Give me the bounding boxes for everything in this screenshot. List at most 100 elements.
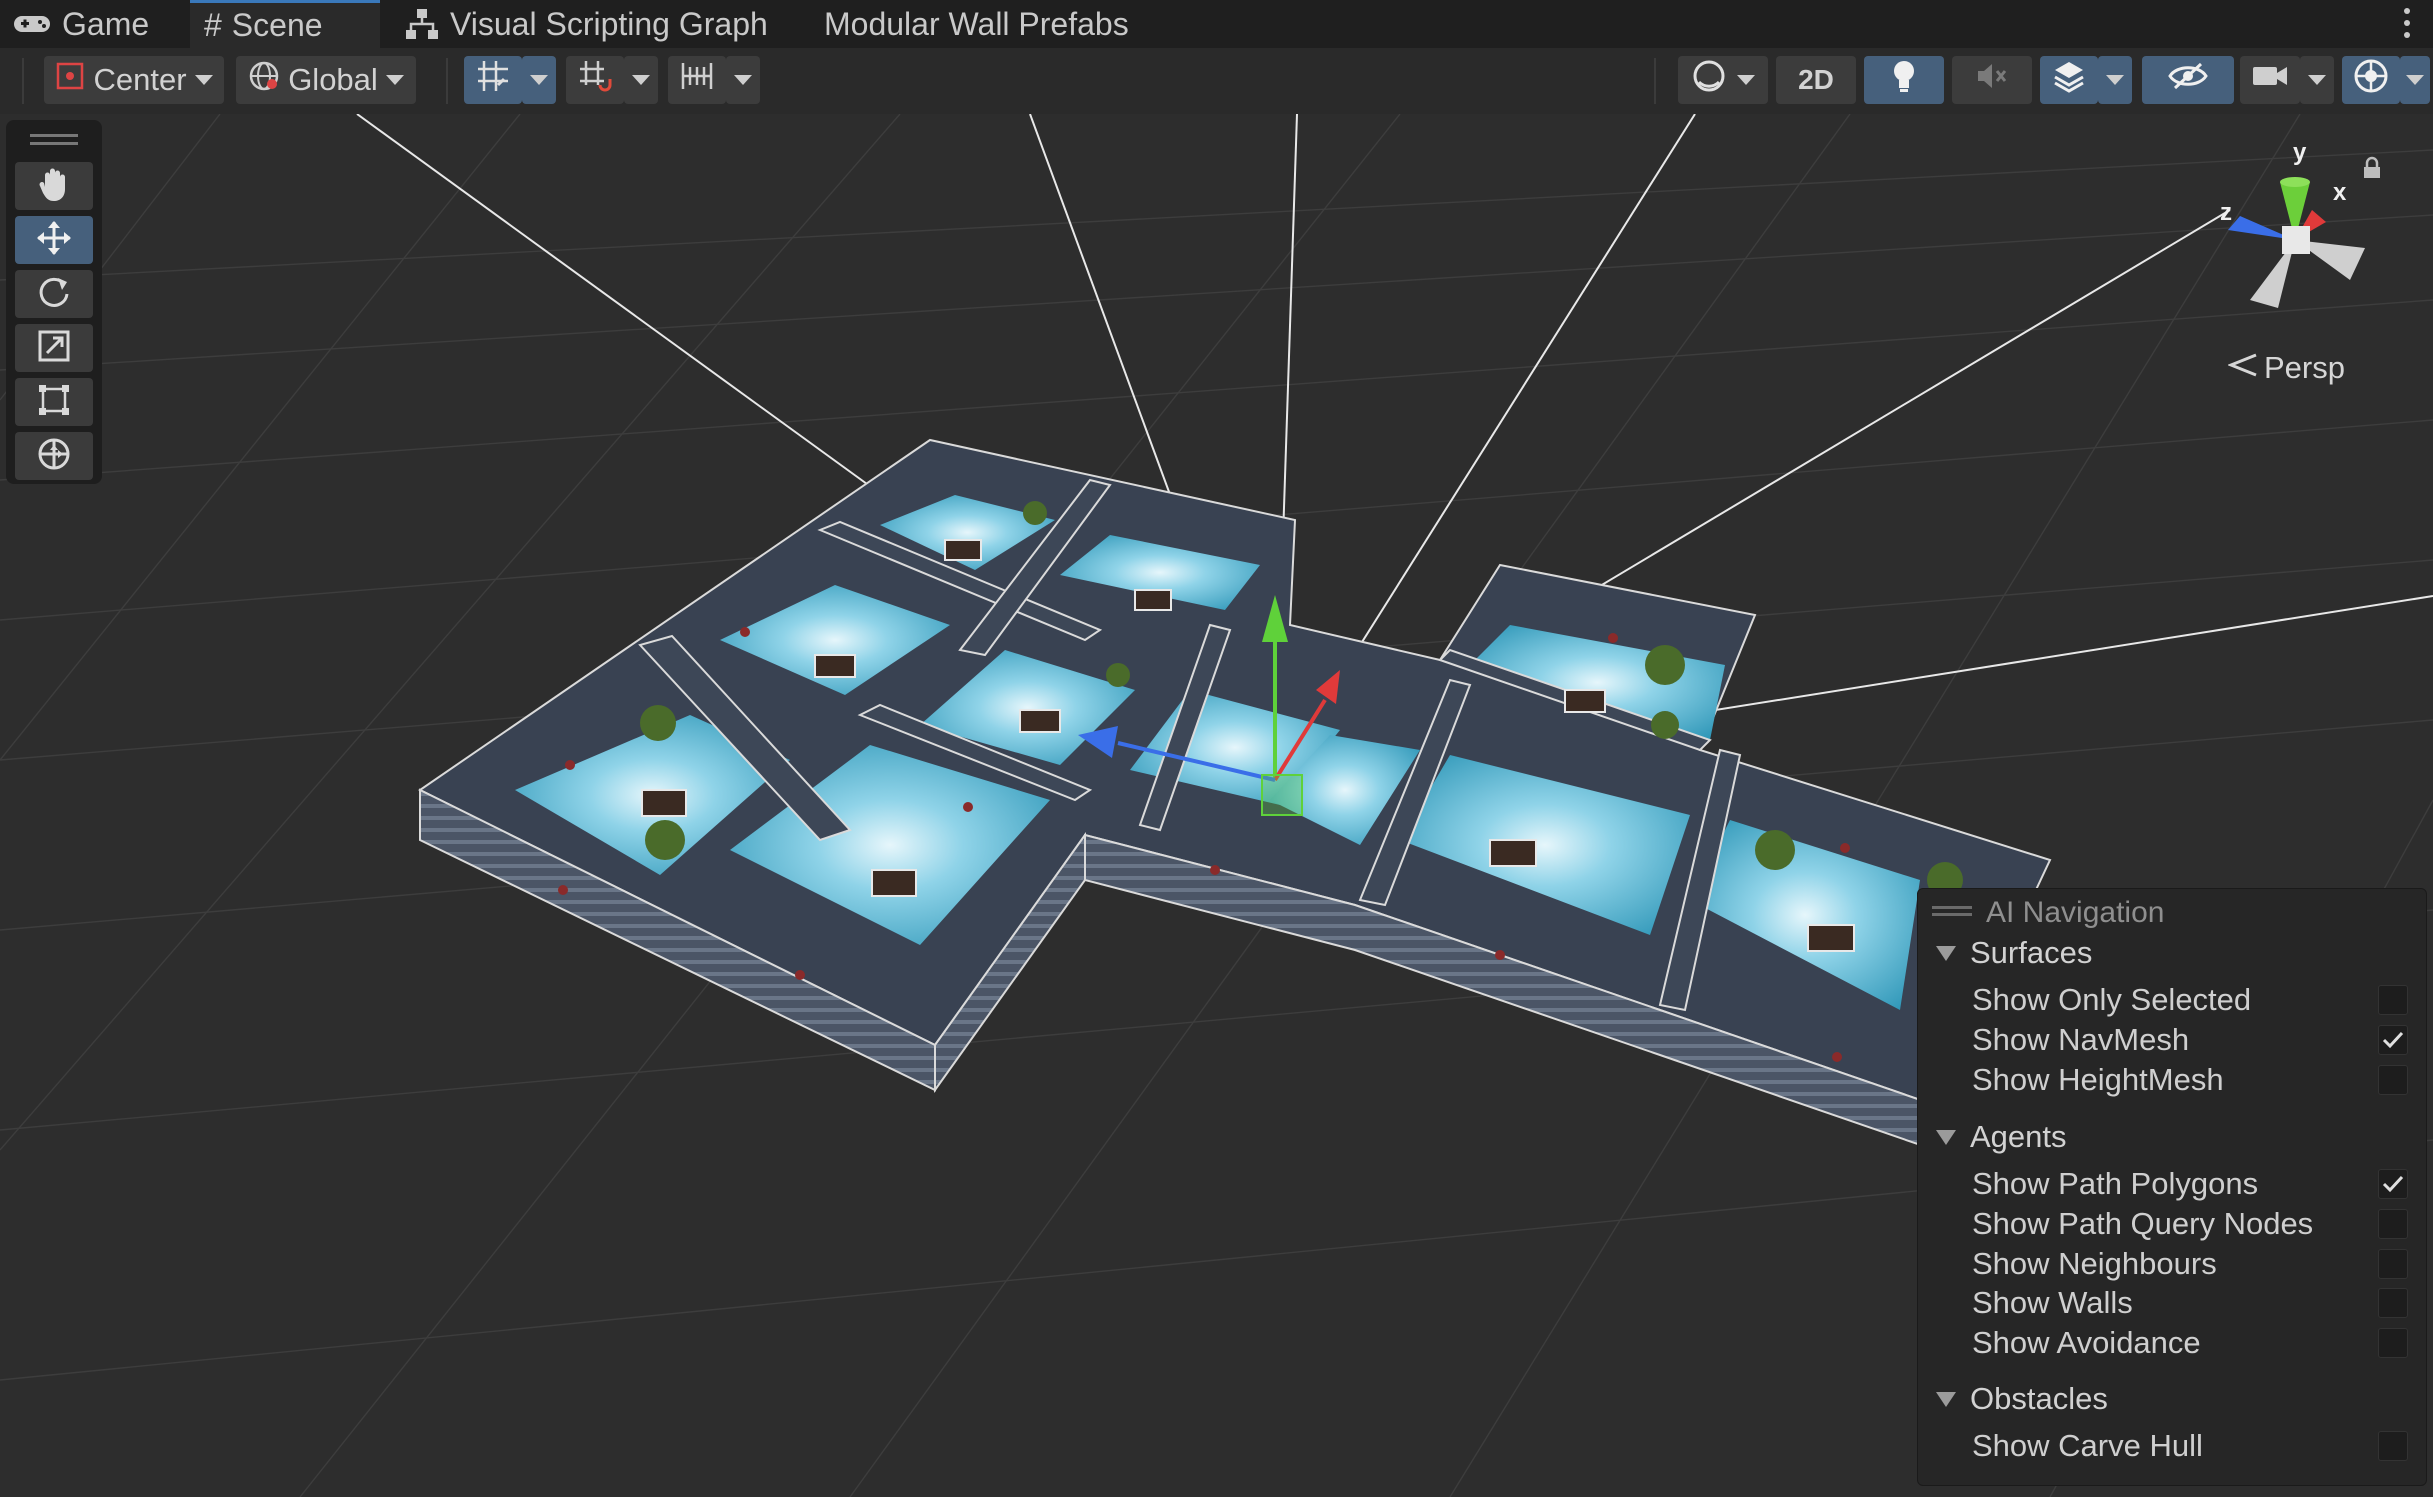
pivot-center-icon [55,61,85,99]
pivot-mode-label: Center [93,62,187,97]
more-options-icon[interactable] [2403,6,2411,45]
scene-visibility-button[interactable] [2142,56,2234,104]
option-label: Show Path Polygons [1972,1166,2259,1201]
option-label: Show NavMesh [1972,1022,2190,1057]
gizmos-button[interactable] [2342,56,2400,104]
option-show-neighbours: Show Neighbours [1972,1244,2217,1284]
checkmark-icon [2382,1031,2404,1049]
scene-camera-button[interactable] [2240,56,2300,104]
move-tool-button[interactable] [15,216,93,264]
2d-mode-label: 2D [1798,64,1834,95]
increment-snap-dropdown[interactable] [726,56,760,104]
ruler-icon [680,59,714,101]
gizmos-dropdown[interactable] [2400,56,2430,104]
projection-toggle[interactable]: Persp [2226,350,2345,386]
checkbox-show-neighbours[interactable] [2378,1249,2408,1279]
lock-icon[interactable] [2362,156,2382,185]
checkbox-show-navmesh[interactable] [2378,1025,2408,1055]
scale-tool-button[interactable] [15,324,93,372]
option-label: Show Only Selected [1972,982,2252,1017]
gizmo-center-cube[interactable] [2282,226,2310,254]
gizmo-sphere-icon [2352,57,2390,103]
pivot-mode-dropdown[interactable]: Center [44,56,224,104]
triangle-down-icon [1936,1129,1956,1145]
ai-navigation-title: AI Navigation [1986,896,2165,929]
snap-options-dropdown[interactable] [624,56,658,104]
checkbox-show-carve-hull[interactable] [2378,1431,2408,1461]
option-label: Show Neighbours [1972,1246,2217,1281]
option-show-heightmesh: Show HeightMesh [1972,1060,2224,1100]
palette-grip[interactable] [30,134,78,137]
tab-visual-scripting-graph[interactable]: Visual Scripting Graph [404,0,768,48]
option-show-only-selected: Show Only Selected [1972,980,2251,1020]
scene-camera-dropdown[interactable] [2300,56,2334,104]
option-show-navmesh: Show NavMesh [1972,1020,2189,1060]
chevron-down-icon [1737,75,1755,85]
tab-game[interactable]: Game [12,0,149,48]
pivot-rotation-label: Global [288,62,378,97]
editor-tab-bar: Game # Scene Visual Scripting Graph Modu… [0,0,2433,49]
hand-tool-button[interactable] [15,162,93,210]
scale-icon [37,329,71,368]
checkbox-show-walls[interactable] [2378,1288,2408,1318]
option-label: Show Avoidance [1972,1325,2201,1360]
section-surfaces[interactable]: Surfaces [1936,933,2092,973]
tab-scene[interactable]: # Scene [190,0,380,48]
rotate-icon [36,274,72,315]
scene-grid-icon: # [204,7,222,43]
scene-lighting-button[interactable] [1864,56,1944,104]
2d-mode-button[interactable]: 2D [1776,56,1856,104]
triangle-down-icon [1936,945,1956,961]
section-agents[interactable]: Agents [1936,1117,2067,1157]
tab-modular-wall-label: Modular Wall Prefabs [824,5,1129,42]
transform-icon [35,435,73,478]
ai-navigation-overlay: AI Navigation Surfaces Show Only Selecte… [1917,888,2427,1486]
checkbox-show-path-polygons[interactable] [2378,1169,2408,1199]
hand-icon [36,165,72,208]
rect-tool-button[interactable] [15,378,93,426]
transform-tool-button[interactable] [15,432,93,480]
scene-effects-dropdown[interactable] [2098,56,2132,104]
chevron-down-icon [2106,75,2124,85]
lightbulb-icon [1889,58,1919,102]
gizmo-label-z: z [2220,199,2232,226]
chevron-down-icon [385,75,404,85]
gizmo-label-x: x [2333,179,2347,206]
chevron-down-icon [194,75,213,85]
checkmark-icon [2382,1175,2404,1193]
section-agents-label: Agents [1970,1119,2067,1154]
draw-mode-dropdown[interactable] [1678,56,1768,104]
triangle-down-icon [1936,1391,1956,1407]
drag-handle-icon[interactable] [1932,903,1972,924]
globe-icon [248,60,280,100]
option-show-walls: Show Walls [1972,1283,2133,1323]
option-show-carve-hull: Show Carve Hull [1972,1426,2203,1466]
checkbox-show-only-selected[interactable] [2378,985,2408,1015]
checkbox-show-heightmesh[interactable] [2378,1065,2408,1095]
scene-audio-button[interactable] [1952,56,2032,104]
snap-grid-button[interactable] [566,56,624,104]
graph-hierarchy-icon [404,7,440,41]
checkbox-show-path-query-nodes[interactable] [2378,1209,2408,1239]
chevron-down-icon [632,75,650,85]
chevron-down-icon [2308,75,2326,85]
gamepad-icon [12,12,52,36]
grid-options-dropdown[interactable] [522,56,556,104]
tab-modular-wall-prefabs[interactable]: Modular Wall Prefabs [824,0,1129,48]
ai-navigation-header[interactable]: AI Navigation [1932,893,2164,933]
move-arrows-icon [35,219,73,262]
shaded-sphere-icon [1691,58,1727,102]
rotate-tool-button[interactable] [15,270,93,318]
section-surfaces-label: Surfaces [1970,935,2093,970]
chevron-down-icon [734,75,752,85]
layers-effects-icon [2051,58,2087,102]
grid-visibility-button[interactable] [464,56,522,104]
pivot-rotation-dropdown[interactable]: Global [236,56,416,104]
toolbar-separator [446,58,448,104]
increment-snap-button[interactable] [668,56,726,104]
section-obstacles[interactable]: Obstacles [1936,1379,2108,1419]
checkbox-show-avoidance[interactable] [2378,1328,2408,1358]
gizmo-label-y: y [2293,139,2307,166]
scene-effects-button[interactable] [2040,56,2098,104]
toolbar-separator [1654,58,1656,104]
